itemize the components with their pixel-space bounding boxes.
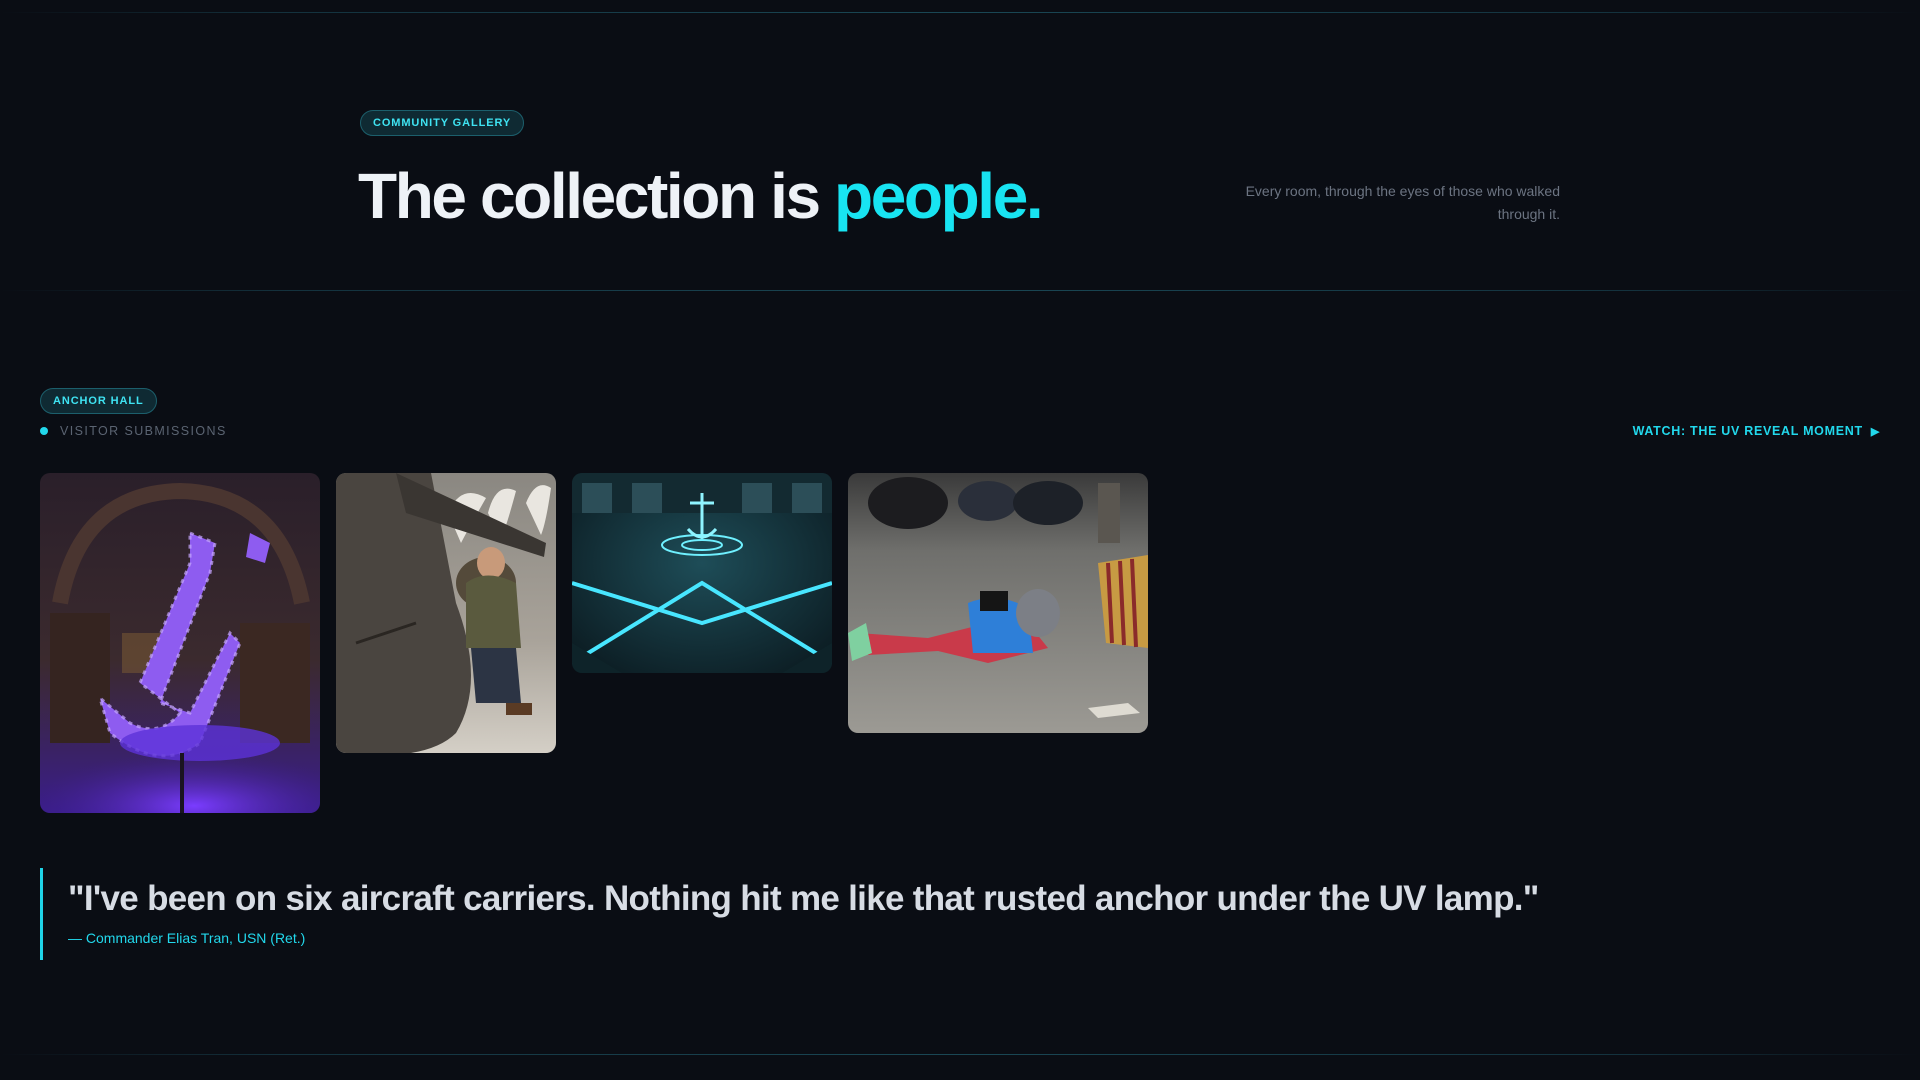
bottom-divider [0, 1054, 1920, 1055]
watch-link-label: WATCH: THE UV REVEAL MOMENT [1632, 424, 1863, 438]
status-dot-icon [40, 427, 48, 435]
top-divider [0, 12, 1920, 13]
purple-anchor-image [40, 473, 320, 813]
visitor-submissions-text: VISITOR SUBMISSIONS [60, 424, 227, 438]
hero-subtitle: Every room, through the eyes of those wh… [1245, 183, 1560, 222]
photo-person-on-street[interactable] [848, 473, 1148, 733]
section-divider [0, 290, 1920, 291]
quote-text: "I've been on six aircraft carriers. Not… [68, 879, 1539, 918]
community-gallery-page: COMMUNITY GALLERY The collection is peop… [0, 0, 1920, 1080]
photo-visitor-rusted-anchor[interactable] [336, 473, 556, 753]
street-tablet-image [848, 473, 1148, 733]
rusted-anchor-visitor-image [336, 473, 556, 753]
photo-purple-uv-anchor[interactable] [40, 473, 320, 813]
visitor-quote: "I've been on six aircraft carriers. Not… [40, 868, 1640, 960]
photo-glowing-anchor-hall[interactable] [572, 473, 832, 673]
watch-uv-reveal-link[interactable]: WATCH: THE UV REVEAL MOMENT ▶ [1633, 424, 1880, 438]
title-main: The collection is [358, 160, 835, 232]
visitor-submissions-label: VISITOR SUBMISSIONS [40, 424, 227, 438]
quote-author: — Commander Elias Tran, USN (Ret.) [68, 930, 306, 946]
community-gallery-badge: COMMUNITY GALLERY [360, 110, 525, 136]
anchor-hall-overhead-image [572, 473, 832, 673]
page-title: The collection is people. [358, 158, 1044, 234]
anchor-hall-badge: ANCHOR HALL [40, 388, 157, 414]
play-icon: ▶ [1870, 425, 1880, 438]
title-accent: people. [834, 160, 1044, 232]
